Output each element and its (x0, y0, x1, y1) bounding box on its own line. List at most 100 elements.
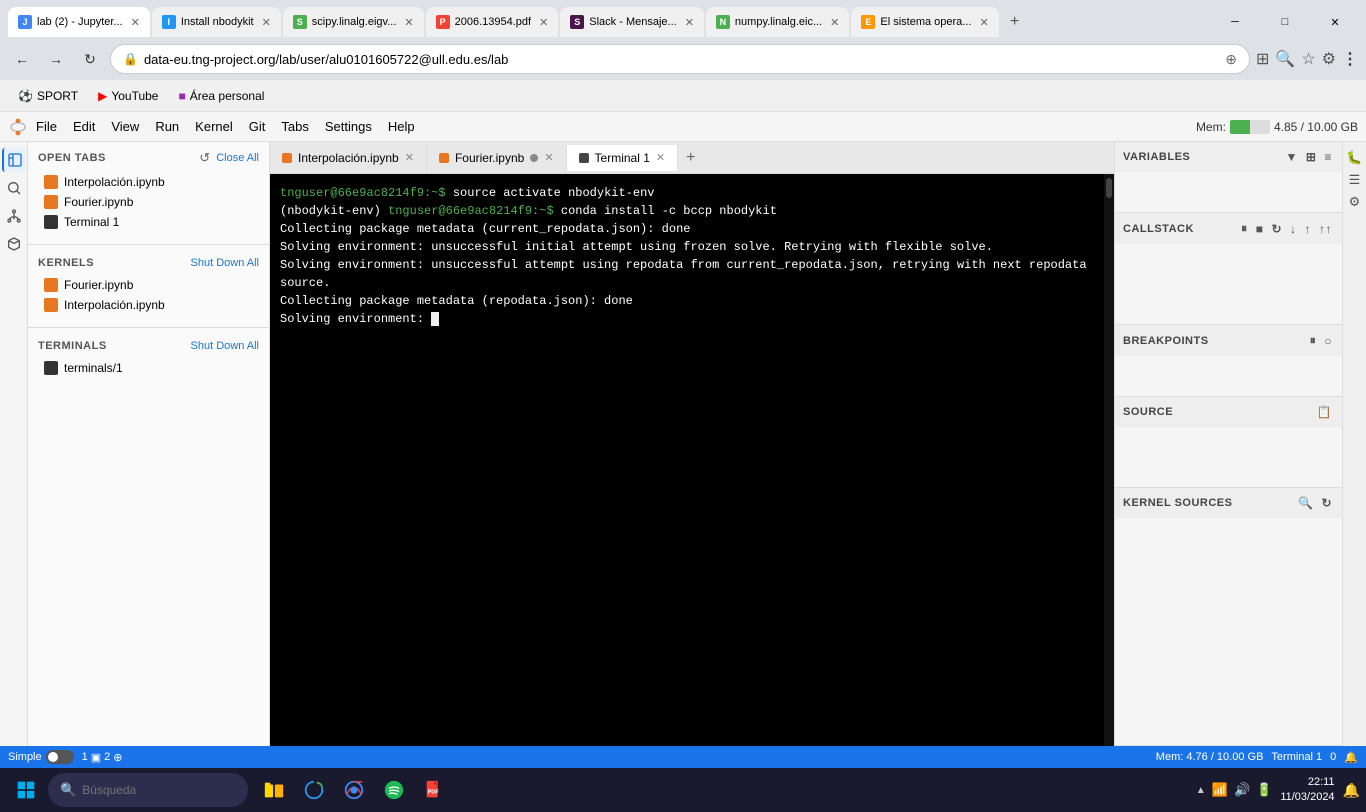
terminal-scrollbar[interactable] (1104, 174, 1114, 746)
breakpoints-clear-icon[interactable]: ○ (1322, 332, 1334, 350)
tab-close-6[interactable]: ✕ (830, 16, 839, 29)
browser-tab-1[interactable]: J lab (2) - Jupyter... ✕ (8, 7, 150, 37)
tray-expand-icon[interactable]: ▲ (1196, 785, 1206, 796)
tab-close-7[interactable]: ✕ (979, 16, 988, 29)
callstack-continue-icon[interactable]: ↻ (1269, 220, 1284, 238)
settings-icon[interactable]: ⚙ (1322, 49, 1336, 69)
sidebar-icon-files[interactable] (2, 148, 26, 172)
cell-count-item[interactable]: 1 ▣ 2 ⊕ (82, 751, 123, 764)
nb-tab-fourier[interactable]: Fourier.ipynb ✕ (427, 145, 567, 171)
bookmark-youtube[interactable]: ▶ YouTube (90, 85, 166, 107)
windows-start-button[interactable] (6, 770, 46, 810)
forward-button[interactable]: → (42, 45, 70, 73)
callstack-pause-icon[interactable]: ⏸ (1239, 219, 1250, 238)
menu-help[interactable]: Help (380, 115, 423, 138)
breakpoints-pause-icon[interactable]: ⏸ (1308, 331, 1319, 350)
menu-icon[interactable]: ⋮ (1342, 49, 1358, 69)
sidebar-icon-git[interactable] (2, 204, 26, 228)
taskbar-app-spotify[interactable] (376, 772, 412, 808)
favorites-icon[interactable]: ☆ (1301, 49, 1315, 69)
callstack-stop-icon[interactable]: ■ (1254, 220, 1266, 238)
open-tabs-close-all[interactable]: Close All (216, 152, 259, 164)
refresh-button[interactable]: ↻ (76, 45, 104, 73)
browser-tab-6[interactable]: N numpy.linalg.eic... ✕ (706, 7, 849, 37)
variables-menu-icon[interactable]: ≡ (1322, 148, 1334, 166)
close-button[interactable]: ✕ (1312, 7, 1358, 37)
camera-icon[interactable]: ⊕ (1225, 51, 1237, 68)
properties-icon[interactable]: ☰ (1349, 172, 1361, 188)
menu-run[interactable]: Run (147, 115, 187, 138)
nb-tab-terminal1[interactable]: Terminal 1 ✕ (567, 145, 679, 171)
tab-close-3[interactable]: ✕ (404, 16, 413, 29)
browser-tab-7[interactable]: E El sistema opera... ✕ (851, 7, 998, 37)
tab-close-4[interactable]: ✕ (539, 16, 548, 29)
address-bar[interactable]: 🔒 ⊕ (110, 44, 1250, 74)
extensions-icon[interactable]: ⊞ (1256, 49, 1269, 69)
taskbar-search-box[interactable]: 🔍 (48, 773, 248, 807)
browser-tab-5[interactable]: S Slack - Mensaje... ✕ (560, 7, 704, 37)
settings-right-icon[interactable]: ⚙ (1349, 194, 1361, 210)
kernel-interpolacion[interactable]: Interpolación.ipynb (38, 295, 259, 315)
terminals-shut-down-all[interactable]: Shut Down All (191, 340, 259, 352)
variables-grid-icon[interactable]: ⊞ (1304, 148, 1319, 166)
menu-file[interactable]: File (28, 115, 65, 138)
open-tab-terminal[interactable]: Terminal 1 (38, 212, 259, 232)
simple-mode-toggle[interactable]: Simple (8, 750, 74, 764)
new-tab-button[interactable]: + (1001, 8, 1029, 36)
new-tab-add-button[interactable]: + (678, 145, 703, 171)
menu-tabs[interactable]: Tabs (273, 115, 316, 138)
debug-icon[interactable]: 🐛 (1346, 150, 1362, 166)
address-input[interactable] (144, 52, 1219, 67)
tab-close-1[interactable]: ✕ (131, 16, 140, 29)
notification-center-icon[interactable]: 🔔 (1343, 782, 1360, 799)
kernel-sources-refresh-icon[interactable]: ↻ (1319, 494, 1334, 512)
volume-icon[interactable]: 🔊 (1234, 782, 1250, 798)
nb-tab-interpolacion[interactable]: Interpolación.ipynb ✕ (270, 145, 427, 171)
sidebar-icon-extensions[interactable] (2, 232, 26, 256)
menu-settings[interactable]: Settings (317, 115, 380, 138)
taskbar-app-explorer[interactable] (256, 772, 292, 808)
maximize-button[interactable]: □ (1262, 7, 1308, 37)
taskbar-app-edge[interactable] (296, 772, 332, 808)
battery-icon[interactable]: 🔋 (1256, 782, 1272, 798)
bookmark-sport[interactable]: ⚽ SPORT (10, 85, 86, 107)
menu-view[interactable]: View (103, 115, 147, 138)
nb-tab-close-terminal1[interactable]: ✕ (656, 151, 665, 164)
terminal-area[interactable]: tnguser@66e9ac8214f9:~$ source activate … (270, 174, 1104, 746)
nb-tab-close-fourier[interactable]: ✕ (544, 151, 553, 164)
minimize-button[interactable]: ─ (1212, 7, 1258, 37)
toggle-pill[interactable] (46, 750, 74, 764)
open-tab-interpolacion[interactable]: Interpolación.ipynb (38, 172, 259, 192)
kernel-fourier[interactable]: Fourier.ipynb (38, 275, 259, 295)
nb-tab-close-interp[interactable]: ✕ (405, 151, 414, 164)
taskbar-app-pdf[interactable]: PDF (416, 772, 452, 808)
back-button[interactable]: ← (8, 45, 36, 73)
variables-dropdown-icon[interactable]: ▼ (1284, 148, 1300, 166)
taskbar-clock[interactable]: 22:11 11/03/2024 (1280, 775, 1334, 806)
browser-tab-4[interactable]: P 2006.13954.pdf ✕ (426, 7, 559, 37)
kernel-sources-search-icon[interactable]: 🔍 (1296, 494, 1315, 512)
callstack-stepover-icon[interactable]: ↓ (1288, 220, 1299, 238)
callstack-stepout-icon[interactable]: ↑↑ (1317, 220, 1334, 238)
tab-close-2[interactable]: ✕ (262, 16, 271, 29)
open-tabs-refresh[interactable]: ↺ (199, 150, 210, 166)
bookmark-area-personal[interactable]: ■ Área personal (170, 85, 272, 107)
menu-kernel[interactable]: Kernel (187, 115, 241, 138)
sidebar-icon-search[interactable] (2, 176, 26, 200)
notification-bell-icon[interactable]: 🔔 (1344, 751, 1358, 764)
open-tab-fourier[interactable]: Fourier.ipynb (38, 192, 259, 212)
zoom-icon[interactable]: 🔍 (1275, 49, 1295, 69)
terminal-scroll-thumb[interactable] (1106, 178, 1112, 198)
source-copy-icon[interactable]: 📋 (1315, 403, 1334, 421)
menu-edit[interactable]: Edit (65, 115, 103, 138)
callstack-stepinto-icon[interactable]: ↑ (1303, 220, 1314, 238)
tab-close-5[interactable]: ✕ (685, 16, 694, 29)
menu-git[interactable]: Git (241, 115, 274, 138)
terminal-item-1[interactable]: terminals/1 (38, 358, 259, 378)
browser-tab-2[interactable]: I Install nbodykit ✕ (152, 7, 281, 37)
browser-tab-3[interactable]: S scipy.linalg.eigv... ✕ (283, 7, 424, 37)
taskbar-search-input[interactable] (82, 783, 222, 797)
network-icon[interactable]: 📶 (1212, 782, 1228, 798)
kernels-shut-down-all[interactable]: Shut Down All (191, 257, 259, 269)
taskbar-app-chrome[interactable] (336, 772, 372, 808)
